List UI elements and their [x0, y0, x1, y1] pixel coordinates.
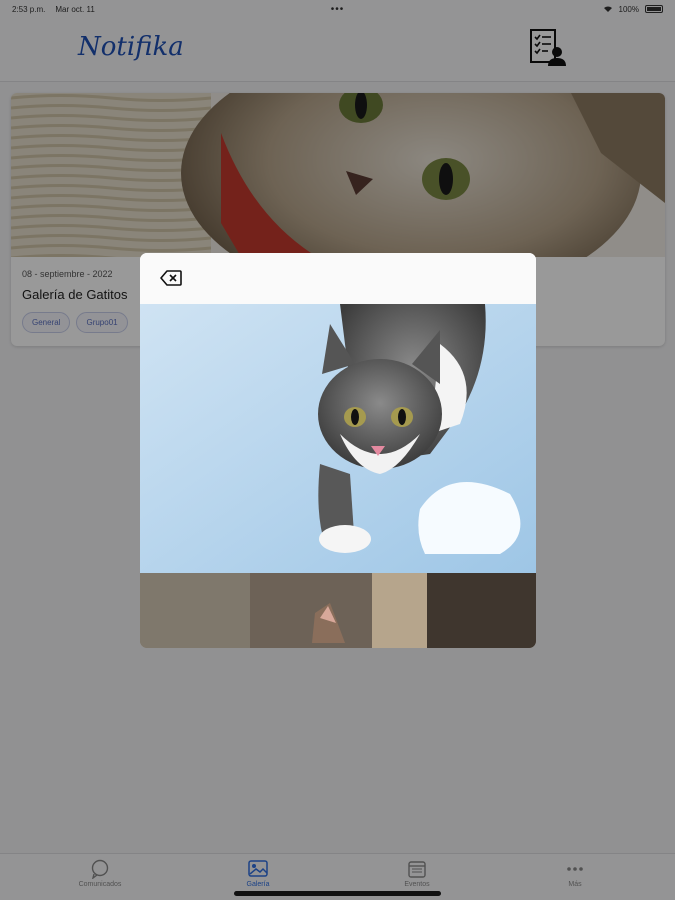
gallery-photo-next[interactable] [140, 573, 536, 648]
gallery-photo[interactable] [140, 304, 536, 573]
home-indicator [234, 891, 441, 896]
backspace-x-icon[interactable] [160, 269, 182, 287]
photo-viewer-modal [140, 253, 536, 648]
modal-header [140, 253, 536, 304]
